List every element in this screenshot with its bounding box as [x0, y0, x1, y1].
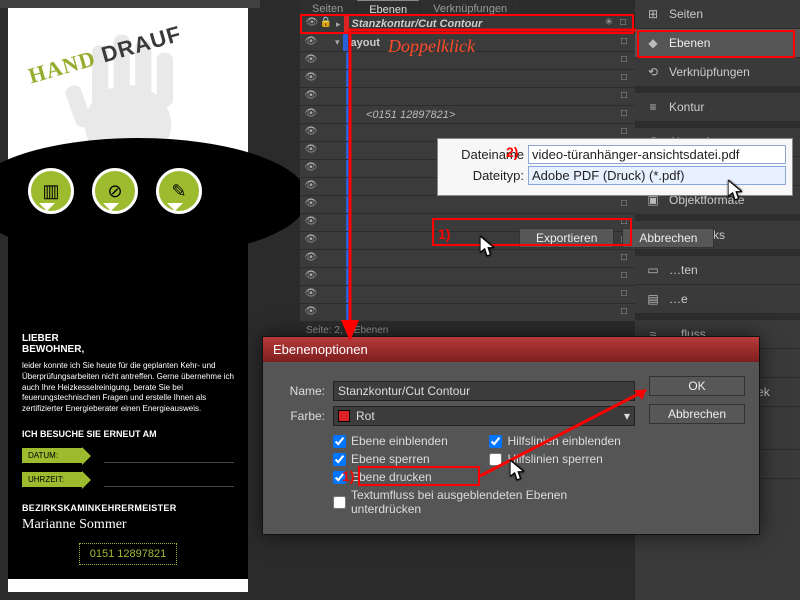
visibility-icon[interactable]: 👁 — [304, 108, 318, 122]
chk-print-layer[interactable]: Ebene drucken — [333, 470, 467, 484]
visibility-icon[interactable]: 👁 — [305, 17, 319, 31]
flyer-salutation: LIEBERBEWOHNER, — [22, 333, 234, 355]
layer-item-label: <0151 12897821> — [366, 109, 455, 121]
export-cancel-button[interactable]: Abbrechen — [622, 228, 714, 248]
target-icon[interactable]: □ — [616, 17, 630, 31]
canvas-area: HAND DRAUF ▥ ⊘ ✎ LIEBERBEWOHNER, leider … — [0, 0, 260, 600]
cursor-icon — [728, 180, 742, 198]
chk-textwrap[interactable]: Textumfluss bei ausgeblendeten Ebenen un… — [333, 488, 635, 516]
flyer-badges: ▥ ⊘ ✎ — [28, 168, 202, 214]
color-swatch-icon — [338, 410, 350, 422]
lock-icon[interactable]: 🔒 — [319, 17, 333, 31]
chk-show-layer[interactable]: Ebene einblenden — [333, 434, 467, 448]
layer-item[interactable]: 👁 □ — [300, 286, 635, 304]
chk-show-guides[interactable]: Hilfslinien einblenden — [489, 434, 635, 448]
dlg-color-select[interactable]: Rot ▾ — [333, 406, 635, 426]
panel-icon: ◆ — [645, 36, 661, 50]
visibility-icon[interactable]: 👁 — [304, 306, 318, 320]
visibility-icon[interactable]: 👁 — [304, 234, 318, 248]
layer-item[interactable]: 👁 □ — [300, 88, 635, 106]
brush-icon: ✎ — [156, 168, 202, 214]
dock-label: Seiten — [669, 7, 703, 21]
disclosure-icon[interactable]: ▾ — [335, 37, 340, 48]
export-filetype-select[interactable]: Adobe PDF (Druck) (*.pdf) — [528, 166, 786, 185]
flyer-date-field: DATUM: — [22, 447, 234, 465]
panel-icon: ⟲ — [645, 65, 661, 79]
dock-item-kontur[interactable]: ≡ Kontur — [635, 93, 800, 122]
flyer-artboard: HAND DRAUF ▥ ⊘ ✎ LIEBERBEWOHNER, leider … — [8, 8, 248, 592]
cursor-icon — [480, 236, 494, 254]
layer-name: Stanzkontur/Cut Contour — [352, 18, 602, 30]
visibility-icon[interactable]: 👁 — [304, 216, 318, 230]
dock-label: Ebenen — [669, 36, 710, 50]
dock-label: Kontur — [669, 100, 704, 114]
visibility-icon[interactable]: 👁 — [304, 144, 318, 158]
disclosure-icon[interactable]: ▸ — [336, 19, 341, 30]
cursor-icon — [510, 460, 524, 478]
visibility-icon[interactable]: 👁 — [304, 90, 318, 104]
visibility-icon[interactable]: 👁 — [304, 288, 318, 302]
panel-icon: ▭ — [645, 263, 661, 277]
export-filename-input[interactable]: video-türanhänger-ansichtsdatei.pdf — [528, 145, 786, 164]
dlg-name-input[interactable] — [333, 381, 635, 401]
dock-item-ebenen[interactable]: ◆ Ebenen — [635, 29, 800, 58]
visibility-icon[interactable]: 👁 — [304, 54, 318, 68]
layer-item[interactable]: 👁 □ — [300, 52, 635, 70]
flyer-name: Marianne Sommer — [22, 517, 234, 533]
flyer-phone: 0151 12897821 — [79, 543, 177, 565]
chimney-icon: ▥ — [28, 168, 74, 214]
dock-label: …e — [669, 292, 688, 306]
ruler — [0, 0, 260, 8]
layer-row-cutcontour[interactable]: 👁 🔒 ▸ Stanzkontur/Cut Contour ✳ □ — [300, 14, 635, 34]
dialog-title: Ebenenoptionen — [263, 337, 759, 362]
dock-item-e[interactable]: ▤ …e — [635, 285, 800, 314]
layer-item[interactable]: 👁 □ — [300, 268, 635, 286]
panel-icon: ≡ — [645, 100, 661, 114]
connector-icon: ⊘ — [92, 168, 138, 214]
panel-icon: ▤ — [645, 292, 661, 306]
layer-item[interactable]: 👁 □ — [300, 70, 635, 88]
export-filename-label: Dateiname — [444, 147, 524, 162]
dock-label: …ten — [669, 263, 698, 277]
flyer-profession: BEZIRKSKAMINKEHRERMEISTER — [22, 503, 234, 513]
visibility-icon[interactable]: 👁 — [304, 72, 318, 86]
layer-options-dialog: Ebenenoptionen Name: Farbe: Rot ▾ Ebene … — [262, 336, 760, 535]
visibility-icon[interactable]: 👁 — [304, 198, 318, 212]
dock-item-verknpfungen[interactable]: ⟲ Verknüpfungen — [635, 58, 800, 87]
chevron-down-icon: ▾ — [624, 409, 630, 423]
visibility-icon[interactable]: 👁 — [304, 252, 318, 266]
dock-item-ten[interactable]: ▭ …ten — [635, 256, 800, 285]
layer-item[interactable]: 👁 □ — [300, 250, 635, 268]
visibility-icon[interactable]: 👁 — [304, 162, 318, 176]
visibility-icon[interactable]: 👁 — [304, 270, 318, 284]
dock-label: Verknüpfungen — [669, 65, 750, 79]
dlg-name-label: Name: — [277, 384, 325, 398]
flyer-body: leider konnte ich Sie heute für die gepl… — [22, 361, 234, 415]
layer-item[interactable]: 👁 □ — [300, 196, 635, 214]
layer-row-layout[interactable]: 👁 ▾ ayout □ — [300, 34, 635, 52]
layer-item[interactable]: 👁 <0151 12897821>□ — [300, 106, 635, 124]
pen-icon[interactable]: ✳ — [602, 17, 616, 31]
panel-icon: ⊞ — [645, 7, 661, 21]
dlg-cancel-button[interactable]: Abbrechen — [649, 404, 745, 424]
chk-lock-layer[interactable]: Ebene sperren — [333, 452, 467, 466]
dlg-ok-button[interactable]: OK — [649, 376, 745, 396]
visibility-icon[interactable]: 👁 — [304, 180, 318, 194]
dock-item-seiten[interactable]: ⊞ Seiten — [635, 0, 800, 29]
dlg-color-label: Farbe: — [277, 409, 325, 423]
export-filetype-label: Dateityp: — [444, 168, 524, 183]
flyer-time-field: UHRZEIT: — [22, 471, 234, 489]
visibility-icon[interactable]: 👁 — [304, 126, 318, 140]
visibility-icon[interactable]: 👁 — [304, 36, 318, 50]
export-button[interactable]: Exportieren — [519, 228, 614, 248]
flyer-visit-line: ICH BESUCHE SIE ERNEUT AM — [22, 429, 234, 439]
layer-item[interactable]: 👁 □ — [300, 304, 635, 322]
